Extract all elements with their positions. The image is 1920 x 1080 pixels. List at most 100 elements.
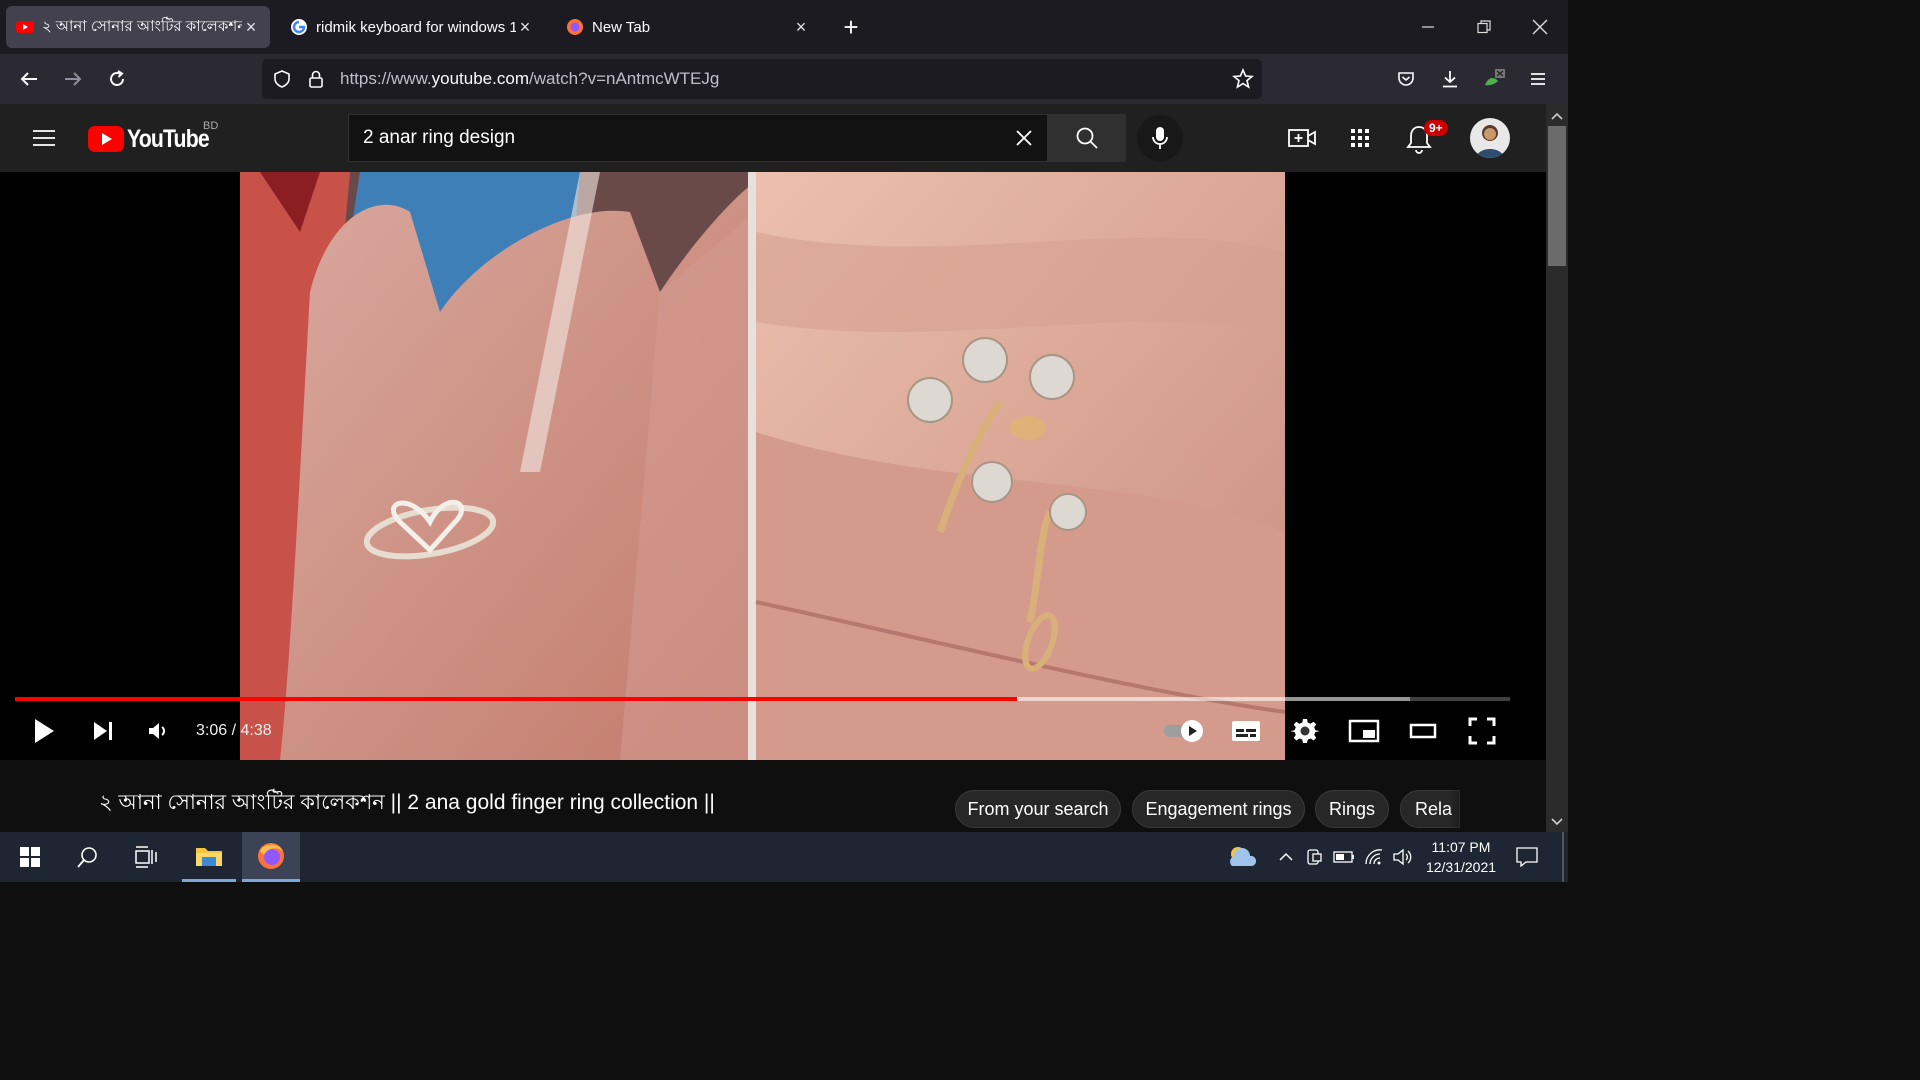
- chip-from-your-search[interactable]: From your search: [955, 790, 1121, 828]
- hamburger-menu-icon: [1531, 73, 1545, 85]
- taskbar-clock[interactable]: 11:07 PM 12/31/2021: [1412, 837, 1510, 877]
- video-title: ২ আনা সোনার আংটির কালেকশন || 2 ana gold …: [99, 791, 715, 814]
- youtube-logo-text: YouTube: [127, 124, 210, 153]
- chip-fade: [1448, 786, 1546, 832]
- scroll-down-icon[interactable]: [1546, 812, 1568, 832]
- microphone-icon: [1152, 127, 1168, 149]
- skip-next-icon: [94, 722, 112, 740]
- close-tab-icon[interactable]: ×: [242, 17, 260, 38]
- tab-google[interactable]: ridmik keyboard for windows 10 ×: [280, 6, 544, 48]
- taskbar-search-button[interactable]: [66, 832, 110, 882]
- windows-icon: [20, 847, 40, 867]
- battery-icon: [1333, 851, 1354, 863]
- miniplayer-icon: [1348, 719, 1380, 743]
- hamburger-menu-icon: [33, 130, 55, 146]
- mute-button[interactable]: [144, 712, 172, 750]
- guide-button[interactable]: [28, 122, 60, 154]
- scroll-up-icon[interactable]: [1546, 106, 1568, 126]
- video-player[interactable]: [0, 172, 1546, 760]
- downloads-button[interactable]: [1433, 62, 1467, 96]
- shield-icon: [274, 70, 290, 88]
- apps-grid-icon: [1351, 129, 1369, 147]
- apps-button[interactable]: [1346, 124, 1374, 152]
- video-create-icon: [1288, 129, 1316, 147]
- play-button[interactable]: [28, 712, 60, 750]
- show-hidden-icons-button[interactable]: [1274, 832, 1298, 882]
- close-window-button[interactable]: [1520, 8, 1560, 46]
- url-domain: youtube.com: [431, 69, 529, 88]
- miniplayer-button[interactable]: [1348, 712, 1380, 750]
- autoplay-toggle-icon: [1164, 720, 1203, 742]
- download-icon: [1443, 71, 1457, 88]
- browser-nav-bar: https://www.youtube.com/watch?v=nAntmcWT…: [0, 54, 1568, 104]
- pocket-button[interactable]: [1389, 62, 1423, 96]
- folder-icon: [196, 847, 222, 866]
- show-desktop-button[interactable]: [1562, 832, 1564, 882]
- forward-button[interactable]: [56, 62, 90, 96]
- autoplay-toggle[interactable]: [1162, 712, 1206, 750]
- tab-youtube[interactable]: ২ আনা সোনার আংটির কালেকশন ×: [6, 6, 270, 48]
- menu-button[interactable]: [1521, 62, 1555, 96]
- weather-cloud-icon: [1230, 847, 1257, 866]
- extension-button[interactable]: [1477, 62, 1511, 96]
- close-tab-icon[interactable]: ×: [516, 17, 534, 38]
- voice-search-button[interactable]: [1137, 115, 1183, 161]
- fullscreen-button[interactable]: [1466, 712, 1498, 750]
- time-display: 3:06 / 4:38: [196, 722, 272, 739]
- notification-badge: 9+: [1424, 120, 1448, 136]
- weather-widget[interactable]: [1222, 832, 1262, 882]
- theater-mode-icon: [1409, 723, 1437, 739]
- chip-rings[interactable]: Rings: [1315, 790, 1389, 828]
- battery-button[interactable]: [1332, 832, 1356, 882]
- task-view-button[interactable]: [124, 832, 168, 882]
- firefox-taskbar-button[interactable]: [242, 832, 300, 882]
- search-icon: [1076, 127, 1098, 149]
- browser-tab-strip: ২ আনা সোনার আংটির কালেকশন × ridmik keybo…: [0, 0, 1568, 54]
- clock-time: 11:07 PM: [1431, 839, 1491, 855]
- new-tab-button[interactable]: +: [836, 12, 866, 42]
- country-code: BD: [203, 120, 219, 132]
- chevron-up-icon: [1279, 852, 1293, 861]
- gear-icon: [1291, 719, 1319, 743]
- fullscreen-icon: [1468, 717, 1496, 745]
- start-button[interactable]: [8, 832, 52, 882]
- meet-now-icon-button[interactable]: [1302, 832, 1326, 882]
- captions-icon: [1232, 721, 1260, 741]
- theater-mode-button[interactable]: [1407, 712, 1439, 750]
- close-tab-icon[interactable]: ×: [792, 17, 810, 38]
- next-button[interactable]: [88, 712, 118, 750]
- tab-new-tab[interactable]: New Tab ×: [556, 6, 820, 48]
- arrow-right-icon: [65, 72, 82, 86]
- subtitles-button[interactable]: [1230, 712, 1262, 750]
- restore-button[interactable]: [1464, 8, 1504, 46]
- bookmark-star-icon[interactable]: [1232, 68, 1254, 90]
- volume-icon: [149, 723, 165, 739]
- tab-title: New Tab: [592, 18, 651, 36]
- notification-center-button[interactable]: [1512, 832, 1542, 882]
- create-button[interactable]: [1286, 124, 1318, 152]
- minimize-button[interactable]: [1408, 8, 1448, 46]
- clock-date: 12/31/2021: [1425, 859, 1497, 875]
- page-scrollbar[interactable]: [1546, 104, 1568, 832]
- scrollbar-thumb[interactable]: [1548, 126, 1566, 266]
- youtube-header: YouTube BD 2 anar ring design 9+: [0, 104, 1546, 172]
- file-explorer-button[interactable]: [182, 832, 236, 882]
- clear-search-icon[interactable]: [1015, 129, 1033, 147]
- avatar[interactable]: [1470, 118, 1510, 158]
- progress-bar[interactable]: [15, 697, 1510, 701]
- volume-button[interactable]: [1390, 832, 1414, 882]
- search-input[interactable]: 2 anar ring design: [348, 114, 1048, 162]
- url-bar[interactable]: https://www.youtube.com/watch?v=nAntmcWT…: [262, 59, 1262, 99]
- url-path: /watch?v=nAntmcWTEJg: [528, 69, 720, 88]
- reload-button[interactable]: [100, 62, 134, 96]
- tab-title: ridmik keyboard for windows 10: [316, 18, 516, 36]
- wifi-button[interactable]: [1362, 832, 1386, 882]
- settings-button[interactable]: [1290, 712, 1320, 750]
- lock-icon: [309, 70, 323, 88]
- chip-engagement-rings[interactable]: Engagement rings: [1132, 790, 1305, 828]
- back-button[interactable]: [12, 62, 46, 96]
- arrow-left-icon: [20, 72, 37, 86]
- search-button[interactable]: [1048, 114, 1126, 162]
- notifications-button[interactable]: 9+: [1404, 120, 1448, 154]
- played-bar: [15, 697, 1017, 701]
